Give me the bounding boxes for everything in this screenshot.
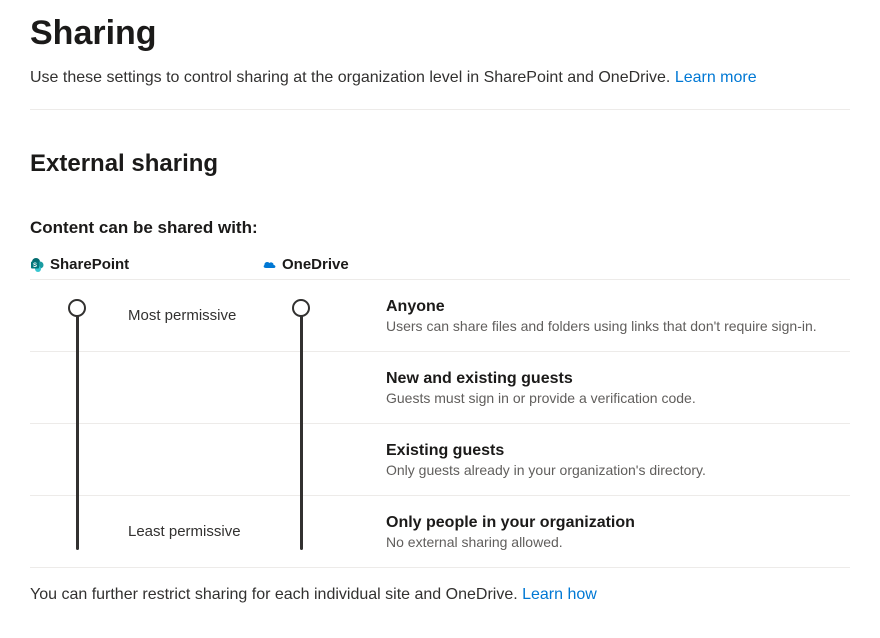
footer-text: You can further restrict sharing for eac… xyxy=(30,586,850,604)
content-shared-with-label: Content can be shared with: xyxy=(30,218,850,238)
sharing-row-existing-guests: Existing guests Only guests already in y… xyxy=(30,424,850,496)
learn-how-link[interactable]: Learn how xyxy=(522,586,597,603)
footer-prefix: You can further restrict sharing for eac… xyxy=(30,586,522,603)
subtitle-text: Use these settings to control sharing at… xyxy=(30,69,675,86)
level-title-existing-guests: Existing guests xyxy=(386,442,850,460)
level-text-existing-guests: Only guests already in your organization… xyxy=(386,462,850,478)
level-desc: Anyone Users can share files and folders… xyxy=(386,286,850,346)
sharing-row-org-only: Least permissive Only people in your org… xyxy=(30,496,850,568)
external-sharing-heading: External sharing xyxy=(30,150,850,178)
level-text-new-guests: Guests must sign in or provide a verific… xyxy=(386,390,850,406)
onedrive-slider-track[interactable] xyxy=(300,308,303,550)
sharing-slider-grid: Most permissive Anyone Users can share f… xyxy=(30,279,850,568)
section-divider xyxy=(30,109,850,110)
sharepoint-slider-track[interactable] xyxy=(76,308,79,550)
page-title: Sharing xyxy=(30,14,850,53)
most-permissive-label: Most permissive xyxy=(128,307,236,324)
onedrive-cloud-icon xyxy=(262,257,278,273)
level-title-anyone: Anyone xyxy=(386,298,850,316)
least-permissive-label: Least permissive xyxy=(128,523,241,540)
sharepoint-header: S SharePoint xyxy=(30,256,262,273)
slider-col-sp: Least permissive xyxy=(30,523,262,540)
level-desc: Existing guests Only guests already in y… xyxy=(386,430,850,490)
sharing-row-new-guests: New and existing guests Guests must sign… xyxy=(30,352,850,424)
page-subtitle: Use these settings to control sharing at… xyxy=(30,69,850,87)
sharepoint-slider-handle[interactable] xyxy=(68,299,86,317)
onedrive-slider-handle[interactable] xyxy=(292,299,310,317)
level-text-org-only: No external sharing allowed. xyxy=(386,534,850,550)
learn-more-link[interactable]: Learn more xyxy=(675,69,757,86)
sharepoint-icon: S xyxy=(30,257,46,273)
onedrive-label: OneDrive xyxy=(282,256,349,273)
sharepoint-label: SharePoint xyxy=(50,256,129,273)
level-title-org-only: Only people in your organization xyxy=(386,514,850,532)
product-headers: S SharePoint OneDrive xyxy=(30,256,850,273)
level-title-new-guests: New and existing guests xyxy=(386,370,850,388)
level-text-anyone: Users can share files and folders using … xyxy=(386,318,850,334)
level-desc: New and existing guests Guests must sign… xyxy=(386,358,850,418)
slider-col-sp: Most permissive xyxy=(30,307,262,324)
svg-text:S: S xyxy=(33,263,37,269)
sharing-row-anyone: Most permissive Anyone Users can share f… xyxy=(30,280,850,352)
level-desc: Only people in your organization No exte… xyxy=(386,502,850,562)
onedrive-header: OneDrive xyxy=(262,256,386,273)
